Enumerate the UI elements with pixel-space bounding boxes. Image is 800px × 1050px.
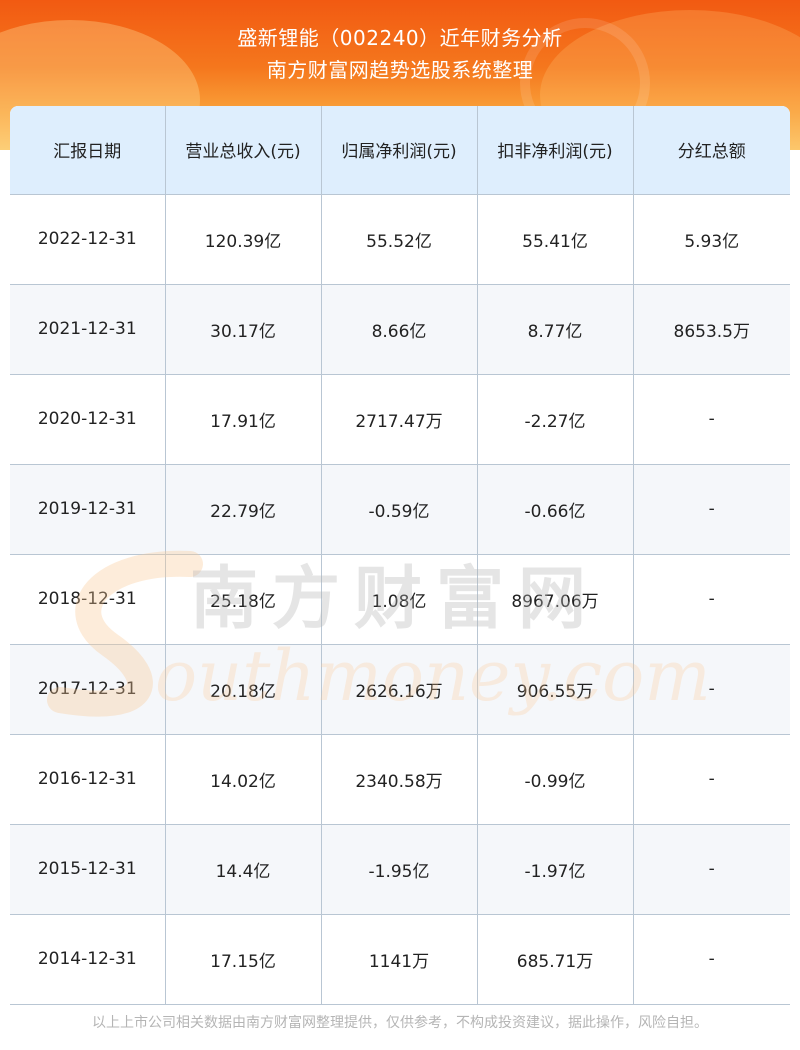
table-row: 2015-12-31 14.4亿 -1.95亿 -1.97亿 - bbox=[10, 824, 790, 915]
cell-dividend-total: - bbox=[633, 824, 790, 915]
cell-report-date: 2015-12-31 bbox=[10, 824, 166, 915]
cell-dividend-total: - bbox=[633, 374, 790, 465]
cell-deducted-net-profit: -2.27亿 bbox=[477, 374, 634, 465]
cell-net-profit: 55.52亿 bbox=[321, 194, 478, 285]
cell-deducted-net-profit: 55.41亿 bbox=[477, 194, 634, 285]
cell-dividend-total: - bbox=[633, 464, 790, 555]
table-row: 2019-12-31 22.79亿 -0.59亿 -0.66亿 - bbox=[10, 464, 790, 555]
cell-report-date: 2017-12-31 bbox=[10, 644, 166, 735]
cell-deducted-net-profit: -0.66亿 bbox=[477, 464, 634, 555]
cell-total-revenue: 14.4亿 bbox=[165, 824, 322, 915]
column-header-dividend-total: 分红总额 bbox=[633, 106, 790, 195]
cell-total-revenue: 14.02亿 bbox=[165, 734, 322, 825]
cell-report-date: 2021-12-31 bbox=[10, 284, 166, 375]
cell-total-revenue: 17.91亿 bbox=[165, 374, 322, 465]
cell-net-profit: -1.95亿 bbox=[321, 824, 478, 915]
cell-total-revenue: 17.15亿 bbox=[165, 914, 322, 1005]
table-row: 2021-12-31 30.17亿 8.66亿 8.77亿 8653.5万 bbox=[10, 284, 790, 375]
table-row: 2014-12-31 17.15亿 1141万 685.71万 - bbox=[10, 914, 790, 1005]
table-row: 2018-12-31 25.18亿 1.08亿 8967.06万 - bbox=[10, 554, 790, 645]
cell-deducted-net-profit: -1.97亿 bbox=[477, 824, 634, 915]
cell-dividend-total: 8653.5万 bbox=[633, 284, 790, 375]
cell-net-profit: 1141万 bbox=[321, 914, 478, 1005]
column-header-report-date: 汇报日期 bbox=[10, 106, 166, 195]
table-header-row: 汇报日期 营业总收入(元) 归属净利润(元) 扣非净利润(元) 分红总额 bbox=[10, 106, 790, 195]
cell-net-profit: 8.66亿 bbox=[321, 284, 478, 375]
table-row: 2017-12-31 20.18亿 2626.16万 906.55万 - bbox=[10, 644, 790, 735]
cell-report-date: 2014-12-31 bbox=[10, 914, 166, 1005]
column-header-total-revenue: 营业总收入(元) bbox=[165, 106, 322, 195]
cell-dividend-total: - bbox=[633, 914, 790, 1005]
cell-deducted-net-profit: 8967.06万 bbox=[477, 554, 634, 645]
cell-dividend-total: - bbox=[633, 644, 790, 735]
column-header-net-profit: 归属净利润(元) bbox=[321, 106, 478, 195]
cell-dividend-total: 5.93亿 bbox=[633, 194, 790, 285]
footer-disclaimer: 以上上市公司相关数据由南方财富网整理提供，仅供参考，不构成投资建议，据此操作，风… bbox=[92, 1015, 708, 1031]
cell-deducted-net-profit: 685.71万 bbox=[477, 914, 634, 1005]
cell-deducted-net-profit: 8.77亿 bbox=[477, 284, 634, 375]
cell-net-profit: -0.59亿 bbox=[321, 464, 478, 555]
cell-report-date: 2016-12-31 bbox=[10, 734, 166, 825]
cell-dividend-total: - bbox=[633, 734, 790, 825]
cell-deducted-net-profit: -0.99亿 bbox=[477, 734, 634, 825]
table-row: 2020-12-31 17.91亿 2717.47万 -2.27亿 - bbox=[10, 374, 790, 465]
cell-total-revenue: 30.17亿 bbox=[165, 284, 322, 375]
cell-net-profit: 2626.16万 bbox=[321, 644, 478, 735]
cell-report-date: 2018-12-31 bbox=[10, 554, 166, 645]
cell-report-date: 2022-12-31 bbox=[10, 194, 166, 285]
cell-net-profit: 2717.47万 bbox=[321, 374, 478, 465]
cell-report-date: 2020-12-31 bbox=[10, 374, 166, 465]
table-row: 2016-12-31 14.02亿 2340.58万 -0.99亿 - bbox=[10, 734, 790, 825]
cell-report-date: 2019-12-31 bbox=[10, 464, 166, 555]
cell-net-profit: 2340.58万 bbox=[321, 734, 478, 825]
page-title: 盛新锂能（002240）近年财务分析 南方财富网趋势选股系统整理 bbox=[0, 22, 800, 86]
cell-deducted-net-profit: 906.55万 bbox=[477, 644, 634, 735]
financial-table: 汇报日期 营业总收入(元) 归属净利润(元) 扣非净利润(元) 分红总额 202… bbox=[10, 106, 790, 1005]
financial-table-card: 汇报日期 营业总收入(元) 归属净利润(元) 扣非净利润(元) 分红总额 202… bbox=[10, 106, 790, 1006]
cell-dividend-total: - bbox=[633, 554, 790, 645]
title-line-2: 南方财富网趋势选股系统整理 bbox=[266, 58, 534, 82]
cell-total-revenue: 120.39亿 bbox=[165, 194, 322, 285]
column-header-deducted-net-profit: 扣非净利润(元) bbox=[477, 106, 634, 195]
cell-total-revenue: 25.18亿 bbox=[165, 554, 322, 645]
cell-net-profit: 1.08亿 bbox=[321, 554, 478, 645]
cell-total-revenue: 22.79亿 bbox=[165, 464, 322, 555]
cell-total-revenue: 20.18亿 bbox=[165, 644, 322, 735]
table-row: 2022-12-31 120.39亿 55.52亿 55.41亿 5.93亿 bbox=[10, 194, 790, 285]
title-line-1: 盛新锂能（002240）近年财务分析 bbox=[237, 26, 563, 50]
